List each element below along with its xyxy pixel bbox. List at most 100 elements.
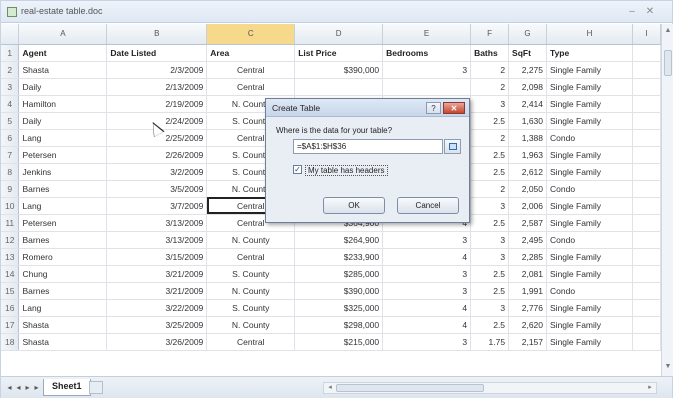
cell[interactable]: 2 xyxy=(470,180,510,198)
ok-button[interactable]: OK xyxy=(323,197,385,214)
insert-sheet-icon[interactable] xyxy=(89,381,103,394)
cell[interactable] xyxy=(632,95,661,113)
cell[interactable] xyxy=(632,299,661,317)
vertical-scrollbar[interactable]: ▲ ▼ xyxy=(661,24,673,376)
table-range-input[interactable] xyxy=(293,139,443,154)
cell[interactable]: Daily xyxy=(18,112,108,130)
cell[interactable]: N. County xyxy=(206,282,296,300)
row-header[interactable]: 7 xyxy=(1,146,20,164)
cell[interactable]: 2.5 xyxy=(470,282,510,300)
cell[interactable]: 3 xyxy=(470,95,510,113)
cell[interactable]: 3/21/2009 xyxy=(106,282,208,300)
cell[interactable]: 3 xyxy=(382,231,472,249)
last-sheet-icon[interactable]: ▸ xyxy=(32,382,41,393)
dialog-close-button[interactable]: ✕ xyxy=(443,102,465,114)
column-header-f[interactable]: F xyxy=(470,24,510,45)
cell[interactable] xyxy=(632,44,661,62)
cell[interactable]: Single Family xyxy=(546,333,633,351)
column-header-g[interactable]: G xyxy=(508,24,548,45)
cell[interactable]: 3/5/2009 xyxy=(106,180,208,198)
row-header[interactable]: 18 xyxy=(1,333,20,351)
cell[interactable]: Condo xyxy=(546,282,633,300)
cell[interactable]: 2,275 xyxy=(508,61,548,79)
cell[interactable] xyxy=(632,61,661,79)
row-header[interactable]: 3 xyxy=(1,78,20,96)
cell[interactable]: Petersen xyxy=(18,146,108,164)
cell[interactable]: Single Family xyxy=(546,163,633,181)
cell[interactable]: 3/26/2009 xyxy=(106,333,208,351)
column-header-h[interactable]: H xyxy=(546,24,633,45)
scroll-left-icon[interactable]: ◂ xyxy=(325,383,335,393)
cell[interactable]: 3 xyxy=(382,282,472,300)
cell[interactable]: Barnes xyxy=(18,231,108,249)
cell[interactable]: 3/21/2009 xyxy=(106,265,208,283)
cell[interactable]: 2.5 xyxy=(470,316,510,334)
cell[interactable]: 3 xyxy=(470,248,510,266)
cell[interactable]: $298,000 xyxy=(294,316,384,334)
cell[interactable] xyxy=(632,129,661,147)
cell[interactable]: 3/22/2009 xyxy=(106,299,208,317)
cell[interactable]: Central xyxy=(206,248,296,266)
cell[interactable]: 2,776 xyxy=(508,299,548,317)
cell[interactable]: 4 xyxy=(382,316,472,334)
cell[interactable]: N. County xyxy=(206,316,296,334)
cell[interactable]: Central xyxy=(206,78,296,96)
cell[interactable]: Single Family xyxy=(546,146,633,164)
cell[interactable]: Agent xyxy=(18,44,108,62)
horizontal-scroll-thumb[interactable] xyxy=(336,384,484,392)
dialog-title-bar[interactable]: Create Table ? ✕ xyxy=(266,99,469,117)
row-header[interactable]: 4 xyxy=(1,95,20,113)
row-header[interactable]: 12 xyxy=(1,231,20,249)
cell[interactable]: Central xyxy=(206,333,296,351)
cell[interactable]: 3/2/2009 xyxy=(106,163,208,181)
cell[interactable]: Single Family xyxy=(546,248,633,266)
cell[interactable]: Bedrooms xyxy=(382,44,472,62)
row-header[interactable]: 6 xyxy=(1,129,20,147)
cell[interactable]: 2 xyxy=(470,61,510,79)
row-header[interactable]: 15 xyxy=(1,282,20,300)
cell[interactable]: 1,388 xyxy=(508,129,548,147)
cell[interactable]: 2/19/2009 xyxy=(106,95,208,113)
scroll-up-icon[interactable]: ▲ xyxy=(663,26,673,36)
first-sheet-icon[interactable]: ◂ xyxy=(5,382,14,393)
cell[interactable]: $390,000 xyxy=(294,282,384,300)
cell[interactable] xyxy=(294,78,384,96)
cell[interactable]: 2 xyxy=(470,129,510,147)
cell[interactable]: Daily xyxy=(18,78,108,96)
cell[interactable]: Shasta xyxy=(18,316,108,334)
prev-sheet-icon[interactable]: ◂ xyxy=(14,382,23,393)
cell[interactable]: Single Family xyxy=(546,265,633,283)
cell[interactable]: 2,587 xyxy=(508,214,548,232)
cell[interactable]: Central xyxy=(206,61,296,79)
cell[interactable]: 2.5 xyxy=(470,265,510,283)
cell[interactable]: 3/15/2009 xyxy=(106,248,208,266)
cell[interactable]: 1,630 xyxy=(508,112,548,130)
cell[interactable]: 3 xyxy=(382,61,472,79)
cell[interactable]: 3/25/2009 xyxy=(106,316,208,334)
cell[interactable] xyxy=(632,316,661,334)
cell[interactable]: 3/13/2009 xyxy=(106,214,208,232)
cell[interactable]: Date Listed xyxy=(106,44,208,62)
cell[interactable]: 3 xyxy=(470,197,510,215)
cell[interactable]: 2,612 xyxy=(508,163,548,181)
cell[interactable]: Lang xyxy=(18,129,108,147)
cell[interactable]: 2 xyxy=(470,78,510,96)
scroll-down-icon[interactable]: ▼ xyxy=(663,362,673,372)
vertical-scroll-thumb[interactable] xyxy=(664,50,672,76)
cell[interactable]: $285,000 xyxy=(294,265,384,283)
cell[interactable]: Baths xyxy=(470,44,510,62)
scroll-right-icon[interactable]: ▸ xyxy=(645,383,655,393)
cell[interactable]: $264,900 xyxy=(294,231,384,249)
minimize-button[interactable]: – xyxy=(625,5,639,18)
cell[interactable]: Single Family xyxy=(546,112,633,130)
cell[interactable]: Barnes xyxy=(18,282,108,300)
row-header[interactable]: 17 xyxy=(1,316,20,334)
has-headers-label[interactable]: My table has headers xyxy=(305,165,388,176)
column-header-a[interactable]: A xyxy=(18,24,108,45)
column-header-d[interactable]: D xyxy=(294,24,384,45)
cell[interactable] xyxy=(632,265,661,283)
cell[interactable] xyxy=(632,282,661,300)
close-icon[interactable]: ✕ xyxy=(643,5,657,18)
cell[interactable]: $215,000 xyxy=(294,333,384,351)
cell[interactable]: 2/26/2009 xyxy=(106,146,208,164)
